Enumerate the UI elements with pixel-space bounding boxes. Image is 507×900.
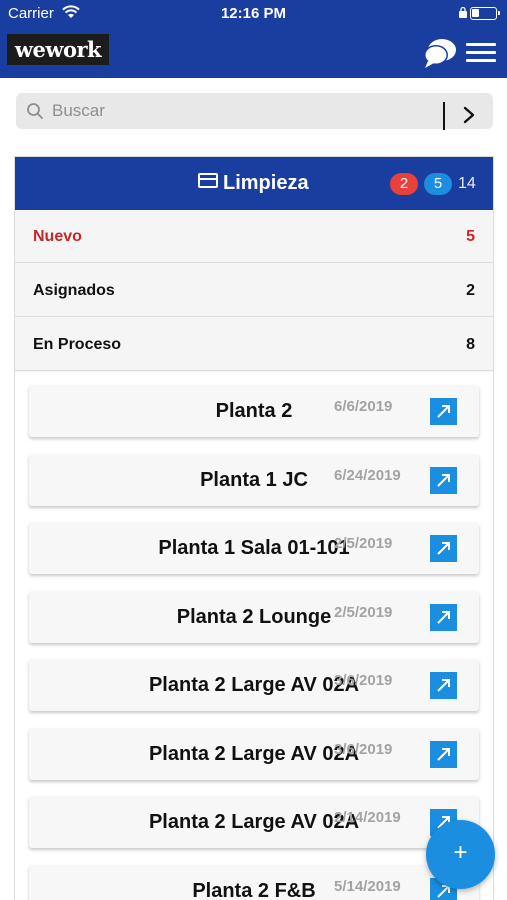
status-label: En Proceso: [33, 336, 122, 353]
item-title: Planta 2 F&B: [192, 880, 316, 900]
search-input[interactable]: [52, 93, 432, 129]
item-title: Planta 2 Lounge: [176, 606, 332, 628]
item-date: 3/6/2019: [334, 672, 393, 689]
battery-icon: [470, 7, 500, 20]
status-label: Nuevo: [33, 228, 82, 245]
assigned-count-badge: 5: [424, 173, 452, 195]
edit-icon[interactable]: [430, 398, 457, 425]
item-date: 5/14/2019: [334, 878, 401, 895]
search-icon: [27, 103, 43, 119]
item-title: Planta 2 Large AV 02A: [148, 811, 360, 833]
item-title: Planta 1 JC: [200, 469, 308, 491]
text-cursor: [443, 102, 445, 130]
status-bar: Carrier 12:16 PM: [0, 0, 507, 28]
status-count: 2: [466, 282, 475, 299]
status-label: Asignados: [33, 282, 115, 299]
list-item[interactable]: Planta 2 Large AV 02A 3/6/2019: [29, 659, 479, 711]
list-item[interactable]: Planta 2 Lounge 2/5/2019: [29, 591, 479, 643]
item-title: Planta 2 Large AV 02A: [148, 743, 360, 765]
status-count: 8: [466, 336, 475, 353]
search-box[interactable]: [16, 93, 493, 130]
wework-logo: wework: [7, 34, 109, 65]
nav-bar: wework: [0, 28, 507, 78]
limpieza-panel: Limpieza 2 5 14 Nuevo 5 Asignados 2 En P…: [14, 156, 494, 900]
edit-icon[interactable]: [430, 467, 457, 494]
list-item[interactable]: Planta 1 Sala 01-101 2/5/2019: [29, 522, 479, 574]
card-icon: [198, 173, 218, 188]
item-date: 3/6/2019: [334, 741, 393, 758]
edit-icon[interactable]: [430, 604, 457, 631]
item-title: Planta 2: [215, 400, 293, 422]
search-bar: [0, 78, 507, 144]
list-item[interactable]: Planta 2 Large AV 02A 3/6/2019: [29, 728, 479, 780]
edit-icon[interactable]: [430, 741, 457, 768]
hamburger-menu-icon[interactable]: [466, 43, 496, 63]
status-row-asignados[interactable]: Asignados 2: [15, 264, 493, 317]
item-title: Planta 1 Sala 01-101: [158, 537, 350, 559]
item-date: 6/6/2019: [334, 398, 393, 415]
total-count: 14: [458, 175, 476, 192]
panel-header[interactable]: Limpieza 2 5 14: [15, 157, 493, 210]
add-button[interactable]: +: [426, 820, 495, 889]
edit-icon[interactable]: [430, 672, 457, 699]
list-item[interactable]: Planta 2 6/6/2019: [29, 385, 479, 437]
item-date: 2/5/2019: [334, 535, 393, 552]
ticket-list[interactable]: Planta 2 6/6/2019 Planta 1 JC 6/24/2019 …: [15, 372, 493, 900]
list-item[interactable]: Planta 2 Large AV 02A 2/14/2019: [29, 796, 479, 848]
item-title: Planta 2 Large AV 02A: [148, 674, 360, 696]
edit-icon[interactable]: [430, 535, 457, 562]
chat-bubbles-icon[interactable]: [422, 36, 458, 70]
clock: 12:16 PM: [220, 5, 287, 22]
list-item[interactable]: Planta 1 JC 6/24/2019: [29, 454, 479, 506]
panel-title: Limpieza: [223, 172, 309, 194]
item-date: 2/5/2019: [334, 604, 393, 621]
item-date: 6/24/2019: [334, 467, 401, 484]
status-count: 5: [466, 228, 475, 245]
new-count-badge: 2: [390, 173, 418, 195]
orientation-lock-icon: [459, 7, 467, 18]
list-item[interactable]: Planta 2 F&B 5/14/2019: [29, 865, 479, 900]
chevron-right-icon[interactable]: [462, 106, 476, 124]
status-row-nuevo[interactable]: Nuevo 5: [15, 210, 493, 263]
item-date: 2/14/2019: [334, 809, 401, 826]
status-row-en-proceso[interactable]: En Proceso 8: [15, 318, 493, 371]
